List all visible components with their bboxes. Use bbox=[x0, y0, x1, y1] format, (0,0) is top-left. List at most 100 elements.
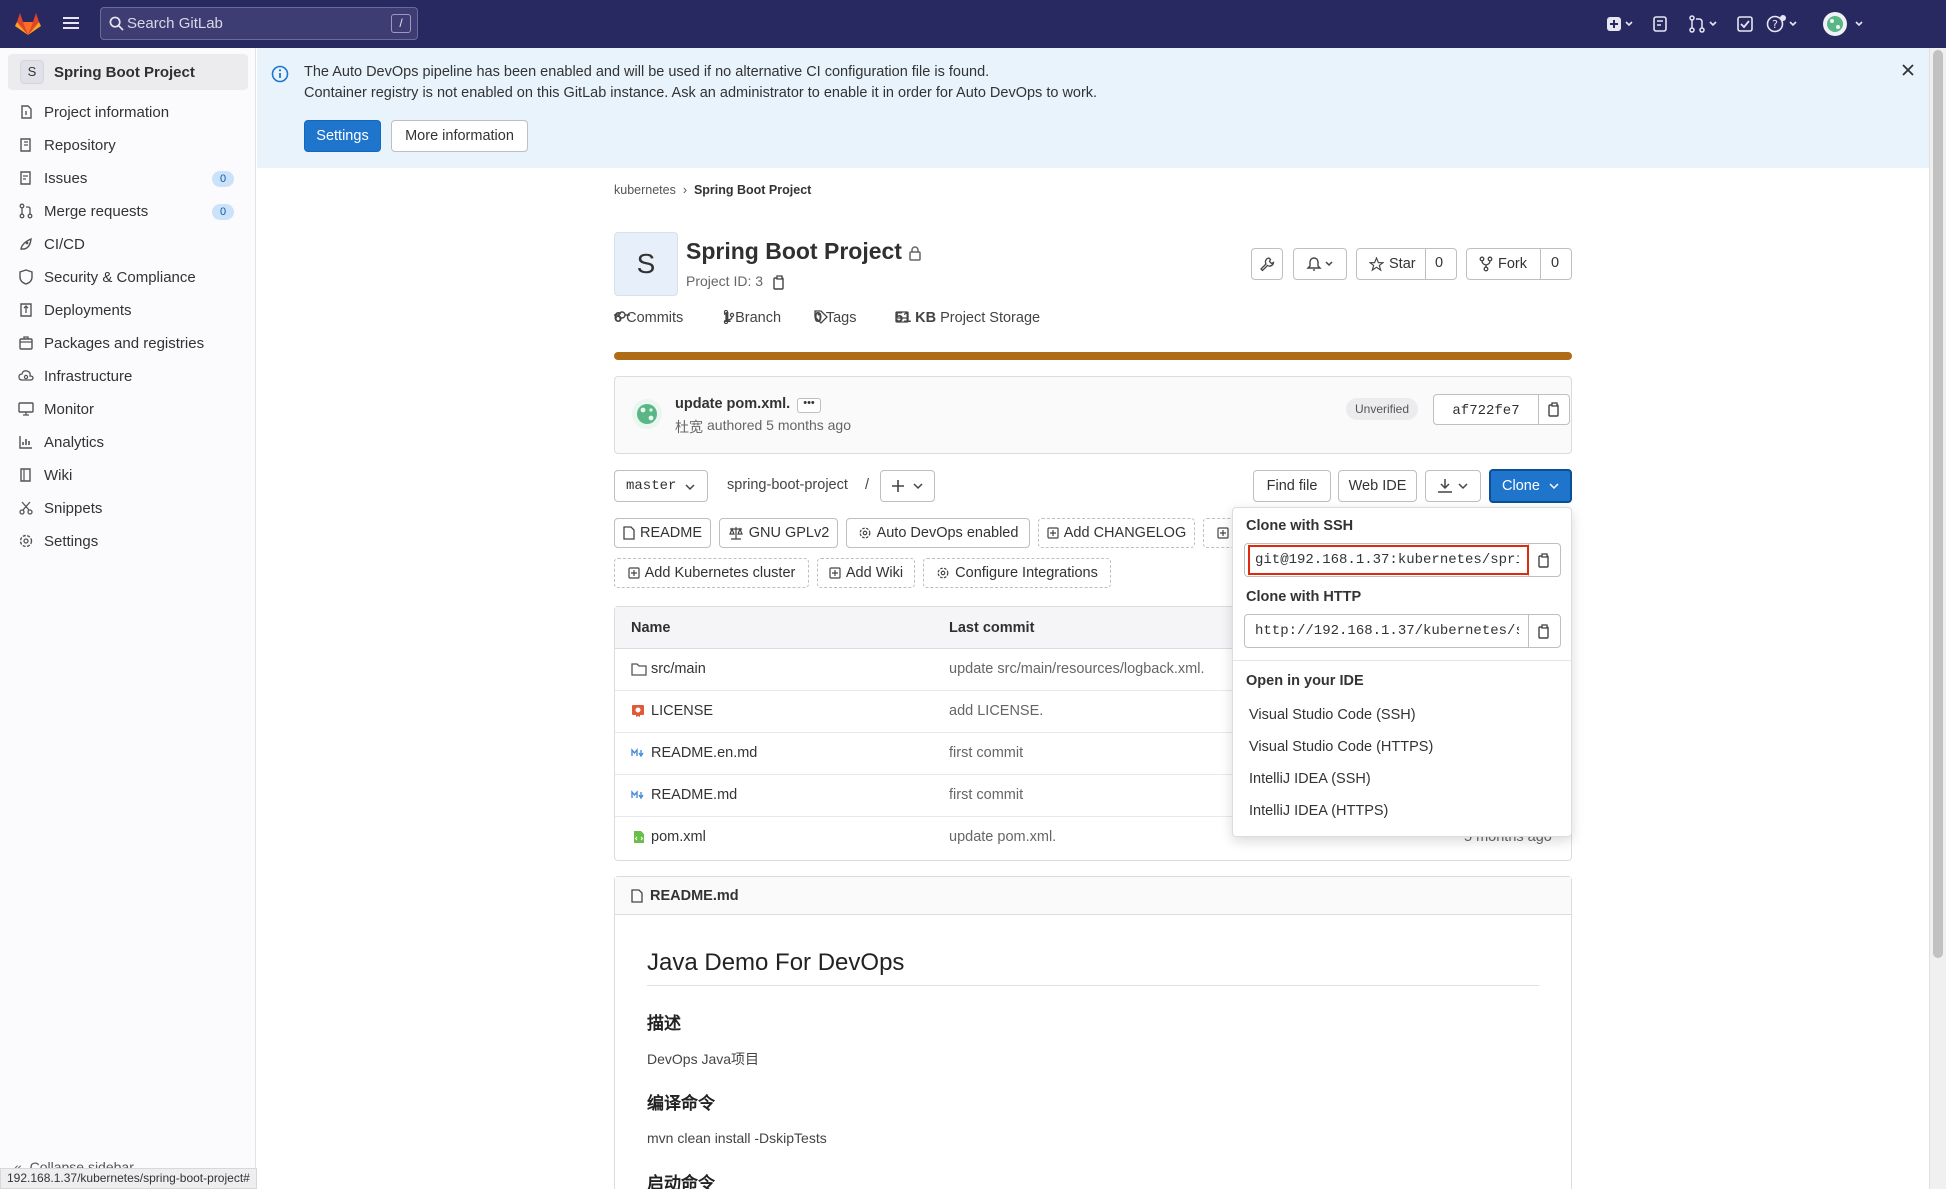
xml-file-icon bbox=[633, 830, 645, 844]
commit-message[interactable]: first commit bbox=[949, 745, 1023, 761]
sidebar-item-issues[interactable]: Issues 0 bbox=[0, 162, 256, 195]
configure-integrations-link[interactable]: Configure Integrations bbox=[923, 558, 1111, 588]
sidebar-item-analytics[interactable]: Analytics bbox=[0, 426, 256, 459]
copy-icon[interactable] bbox=[773, 275, 786, 290]
fork-button[interactable]: Fork 0 bbox=[1466, 248, 1572, 280]
add-to-tree-dropdown[interactable] bbox=[880, 470, 935, 502]
sidebar-project-header[interactable]: S Spring Boot Project bbox=[8, 54, 248, 90]
tag-icon bbox=[814, 310, 828, 324]
search-input[interactable]: Search GitLab / bbox=[100, 7, 418, 40]
sidebar-item-packages-registries[interactable]: Packages and registries bbox=[0, 327, 256, 360]
add-kubernetes-cluster-link[interactable]: Add Kubernetes cluster bbox=[614, 558, 809, 588]
web-ide-button[interactable]: Web IDE bbox=[1338, 470, 1417, 502]
repo-path[interactable]: spring-boot-project bbox=[727, 477, 848, 493]
commit-author[interactable]: 杜宽 bbox=[675, 417, 703, 437]
http-url-value[interactable]: http://192.168.1.37/kubernetes/spring-bo… bbox=[1255, 623, 1519, 639]
unverified-badge[interactable]: Unverified bbox=[1346, 398, 1419, 420]
commit-message[interactable]: update pom.xml. bbox=[949, 829, 1056, 845]
sidebar-item-snippets[interactable]: Snippets bbox=[0, 492, 256, 525]
rocket-icon bbox=[18, 236, 34, 252]
commit-message[interactable]: update pom.xml. bbox=[675, 396, 790, 412]
branch-link[interactable]: 1 Branch bbox=[723, 310, 781, 326]
add-wiki-link[interactable]: Add Wiki bbox=[817, 558, 915, 588]
issues-icon[interactable] bbox=[1652, 15, 1668, 33]
sidebar-project-name: Spring Boot Project bbox=[54, 63, 195, 81]
sidebar-item-monitor[interactable]: Monitor bbox=[0, 393, 256, 426]
sidebar-item-wiki[interactable]: Wiki bbox=[0, 459, 256, 492]
user-avatar[interactable] bbox=[1822, 11, 1866, 37]
clone-http-label: Clone with HTTP bbox=[1246, 589, 1362, 605]
info-circle-icon bbox=[271, 65, 289, 83]
star-count[interactable]: 0 bbox=[1435, 255, 1443, 271]
copy-sha-button[interactable] bbox=[1538, 394, 1570, 425]
commit-message[interactable]: first commit bbox=[949, 787, 1023, 803]
file-name[interactable]: README.md bbox=[651, 787, 737, 803]
ide-option-intellij-https[interactable]: IntelliJ IDEA (HTTPS) bbox=[1249, 803, 1388, 819]
http-url-field[interactable]: http://192.168.1.37/kubernetes/spring-bo… bbox=[1244, 614, 1561, 648]
download-dropdown[interactable] bbox=[1425, 470, 1481, 502]
scale-icon bbox=[728, 526, 744, 540]
commits-link[interactable]: 6 Commits bbox=[614, 310, 683, 326]
commit-authored-time: authored 5 months ago bbox=[707, 417, 851, 433]
chevron-down-icon bbox=[1549, 482, 1559, 490]
sidebar-item-settings[interactable]: Settings bbox=[0, 525, 256, 558]
tags-link[interactable]: 0 Tags bbox=[814, 310, 857, 326]
project-avatar: S bbox=[20, 60, 44, 84]
sidebar-item-infrastructure[interactable]: Infrastructure bbox=[0, 360, 256, 393]
clone-dropdown-button[interactable]: Clone bbox=[1489, 469, 1572, 503]
find-file-button[interactable]: Find file bbox=[1253, 470, 1331, 502]
sidebar-item-repository[interactable]: Repository bbox=[0, 129, 256, 162]
more-information-button[interactable]: More information bbox=[391, 120, 528, 152]
copy-ssh-button[interactable] bbox=[1528, 544, 1560, 576]
banner-message-line2: Container registry is not enabled on thi… bbox=[304, 85, 1098, 101]
sidebar-item-deployments[interactable]: Deployments bbox=[0, 294, 256, 327]
create-new-icon[interactable] bbox=[1606, 15, 1634, 33]
notification-dropdown[interactable] bbox=[1293, 248, 1347, 280]
readme-subheading: 启动命令 bbox=[647, 1174, 715, 1189]
ellipsis-icon[interactable]: ••• bbox=[797, 398, 821, 413]
add-changelog-link[interactable]: Add CHANGELOG bbox=[1038, 518, 1195, 548]
scrollbar-thumb[interactable] bbox=[1933, 50, 1943, 958]
gitlab-logo-icon[interactable] bbox=[14, 10, 42, 38]
file-name[interactable]: LICENSE bbox=[651, 703, 713, 719]
file-name[interactable]: README.en.md bbox=[651, 745, 757, 761]
sidebar-item-cicd[interactable]: CI/CD bbox=[0, 228, 256, 261]
close-icon[interactable] bbox=[1901, 63, 1915, 77]
breadcrumb: kubernetes › Spring Boot Project bbox=[614, 183, 811, 197]
download-icon bbox=[1437, 478, 1469, 494]
todo-icon[interactable] bbox=[1736, 15, 1754, 33]
commit-message[interactable]: update src/main/resources/logback.xml. bbox=[949, 661, 1204, 677]
wrench-icon[interactable] bbox=[1251, 248, 1283, 280]
page-scrollbar[interactable] bbox=[1929, 48, 1946, 1189]
readme-filename[interactable]: README.md bbox=[650, 888, 739, 904]
menu-icon[interactable] bbox=[62, 14, 80, 32]
file-name[interactable]: src/main bbox=[651, 661, 706, 677]
ide-option-vscode-https[interactable]: Visual Studio Code (HTTPS) bbox=[1249, 739, 1433, 755]
license-link[interactable]: GNU GPLv2 bbox=[719, 518, 838, 548]
auto-devops-link[interactable]: Auto DevOps enabled bbox=[846, 518, 1030, 548]
gear-icon bbox=[858, 526, 872, 540]
storage-link[interactable]: 51 KB Project Storage bbox=[895, 310, 1040, 326]
sidebar-item-merge-requests[interactable]: Merge requests 0 bbox=[0, 195, 256, 228]
breadcrumb-current[interactable]: Spring Boot Project bbox=[694, 183, 811, 197]
merge-request-icon[interactable] bbox=[1688, 15, 1718, 33]
commit-sha[interactable]: af722fe7 bbox=[1433, 394, 1539, 425]
star-button[interactable]: Star 0 bbox=[1356, 248, 1457, 280]
branch-selector[interactable]: master bbox=[614, 470, 708, 502]
ide-option-intellij-ssh[interactable]: IntelliJ IDEA (SSH) bbox=[1249, 771, 1371, 787]
fork-count[interactable]: 0 bbox=[1551, 255, 1559, 271]
file-name[interactable]: pom.xml bbox=[651, 829, 706, 845]
page-title: Spring Boot Project bbox=[686, 238, 922, 265]
copy-http-button[interactable] bbox=[1528, 615, 1560, 647]
commit-message[interactable]: add LICENSE. bbox=[949, 703, 1043, 719]
ide-option-vscode-ssh[interactable]: Visual Studio Code (SSH) bbox=[1249, 707, 1416, 723]
sidebar-item-project-information[interactable]: Project information bbox=[0, 96, 256, 129]
settings-button[interactable]: Settings bbox=[304, 120, 381, 152]
breadcrumb-parent[interactable]: kubernetes bbox=[614, 183, 676, 197]
commit-icon bbox=[614, 310, 630, 320]
author-avatar[interactable] bbox=[631, 398, 663, 430]
help-icon[interactable]: ? bbox=[1766, 14, 1798, 34]
storage-icon bbox=[895, 310, 909, 324]
readme-link[interactable]: README bbox=[614, 518, 711, 548]
sidebar-item-security-compliance[interactable]: Security & Compliance bbox=[0, 261, 256, 294]
